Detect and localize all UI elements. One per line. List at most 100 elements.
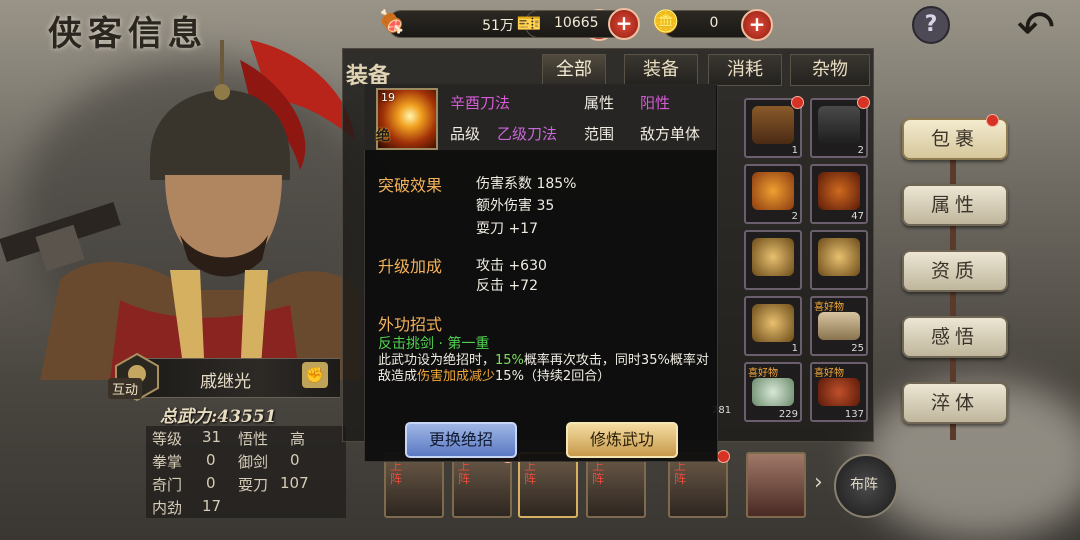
gold-pouch-icon: [818, 238, 860, 276]
total-power: 总武力:43551: [160, 402, 276, 427]
meat-dish-icon: [818, 378, 860, 406]
stat-label: 内劲: [152, 499, 183, 517]
hero-name: 戚继光: [200, 372, 251, 392]
grade-value: 乙级刀法: [497, 125, 558, 143]
fist-icon: ✊: [302, 362, 328, 388]
item-count: 1: [791, 343, 798, 354]
upgrade-line: 反击 +72: [476, 278, 538, 294]
inventory-slot[interactable]: 喜好物 137: [810, 362, 868, 422]
inventory-slot[interactable]: [744, 230, 802, 290]
item-count: 25: [851, 343, 864, 354]
inventory-slot[interactable]: 喜好物 25: [810, 296, 868, 356]
currency-value: 0: [709, 15, 719, 31]
menu-insight-button[interactable]: 感悟: [902, 316, 1008, 358]
scroll-icon: [818, 312, 860, 340]
item-count: 47: [851, 211, 864, 222]
stat-value: 高: [290, 430, 306, 448]
ultimate-mark: 绝: [376, 128, 390, 144]
inventory-slot[interactable]: 2: [810, 96, 870, 158]
change-ultimate-button[interactable]: 更换绝招: [405, 422, 517, 458]
upgrade-line: 攻击 +630: [476, 258, 547, 274]
hero-portrait: [0, 40, 360, 380]
move-title: 外功招式: [378, 315, 443, 334]
deployed-tag: 上阵: [390, 459, 403, 486]
deployed-tag: 上阵: [458, 459, 471, 486]
add-gold-button[interactable]: +: [741, 9, 773, 41]
range-value: 敌方单体: [640, 125, 701, 143]
gold-pouch-icon: [752, 238, 794, 276]
stat-value: 0: [290, 451, 300, 469]
item-count: 137: [844, 409, 864, 420]
team-portrait[interactable]: [746, 452, 806, 518]
formation-button[interactable]: 布阵: [834, 454, 898, 518]
formation-label: 布阵: [850, 477, 878, 493]
stat-value: 107: [280, 474, 309, 492]
orange-item-icon: [752, 172, 794, 210]
stat-row: 内劲 17: [146, 495, 346, 518]
hero-stats: 等级 31 悟性 高 拳掌 0 御剑 0 奇门 0 耍刀 107 内劲 17: [146, 426, 346, 518]
move-description: 此武功设为绝招时，15%概率再次攻击，同时35%概率对敌造成伤害加成减少15%（…: [378, 353, 712, 385]
tab-consumables[interactable]: 消耗: [708, 54, 782, 86]
notification-dot: [986, 114, 999, 127]
desc-percent: 15%: [495, 353, 524, 368]
inventory-slot[interactable]: [810, 230, 868, 290]
item-count: 1: [791, 145, 798, 156]
menu-temper-button[interactable]: 淬体: [902, 382, 1008, 424]
deployed-tag: 上阵: [592, 459, 605, 486]
breakthrough-line: 耍刀 +17: [476, 221, 538, 237]
notification-dot: [717, 450, 730, 463]
chest-icon: [752, 106, 794, 144]
range-label: 范围: [584, 125, 615, 143]
back-arrow-icon[interactable]: ↶: [1006, 4, 1066, 52]
inventory-slot[interactable]: 1: [744, 96, 804, 158]
notification-dot: [791, 96, 804, 109]
currency-value: 10665: [554, 15, 599, 31]
train-skill-button[interactable]: 修炼武功: [566, 422, 678, 458]
tab-all[interactable]: 全部: [542, 54, 606, 86]
stat-label: 奇门: [152, 476, 183, 494]
inventory-slot[interactable]: 2: [744, 164, 802, 224]
interaction-button[interactable]: 互动: [108, 378, 143, 399]
gold-pouch-icon: [752, 304, 794, 342]
attr-label: 属性: [584, 94, 615, 112]
inventory-slot[interactable]: 47: [810, 164, 868, 224]
menu-aptitude-button[interactable]: 资质: [902, 250, 1008, 292]
gold-ingot-icon: 🪙: [652, 10, 680, 35]
grade-label: 品级: [450, 125, 481, 143]
notification-dot: [857, 96, 870, 109]
item-count: 2: [857, 145, 864, 156]
inventory-slot[interactable]: 1: [744, 296, 802, 356]
stat-label: 悟性: [238, 430, 269, 448]
stat-value: 17: [202, 497, 222, 515]
stat-value: 0: [206, 474, 216, 492]
tab-equipment[interactable]: 装备: [624, 54, 698, 86]
gift-label: 喜好物: [814, 302, 844, 313]
stat-label: 等级: [152, 430, 183, 448]
add-token-button[interactable]: +: [608, 8, 640, 40]
gift-label: 喜好物: [748, 368, 778, 379]
breakthrough-title: 突破效果: [378, 176, 443, 195]
menu-attributes-button[interactable]: 属性: [902, 184, 1008, 226]
meat-bun-icon: 🍖: [378, 10, 406, 35]
gift-label: 喜好物: [814, 368, 844, 379]
help-icon[interactable]: ?: [912, 6, 950, 44]
item-count: 229: [778, 409, 798, 420]
stat-label: 拳掌: [152, 453, 183, 471]
stat-value: 31: [202, 428, 222, 446]
total-power-value: 43551: [217, 407, 277, 427]
total-power-label: 总武力:: [160, 407, 218, 427]
breakthrough-line: 伤害系数 185%: [476, 176, 577, 192]
stat-row: 奇门 0 耍刀 107: [146, 472, 346, 495]
inventory-slot[interactable]: 喜好物 229: [744, 362, 802, 422]
roast-chicken-icon: [818, 172, 860, 210]
stat-label: 御剑: [238, 453, 269, 471]
stat-label: 耍刀: [238, 476, 269, 494]
stat-row: 等级 31 悟性 高: [146, 426, 346, 449]
breakthrough-line: 额外伤害 35: [476, 198, 555, 214]
item-count: 2: [791, 211, 798, 222]
tab-misc[interactable]: 杂物: [790, 54, 870, 86]
chevron-right-icon[interactable]: ›: [814, 470, 823, 495]
skill-name: 辛酉刀法: [450, 94, 511, 112]
move-name: 反击挑剑 · 第一重: [378, 336, 490, 352]
upgrade-title: 升级加成: [378, 257, 443, 276]
